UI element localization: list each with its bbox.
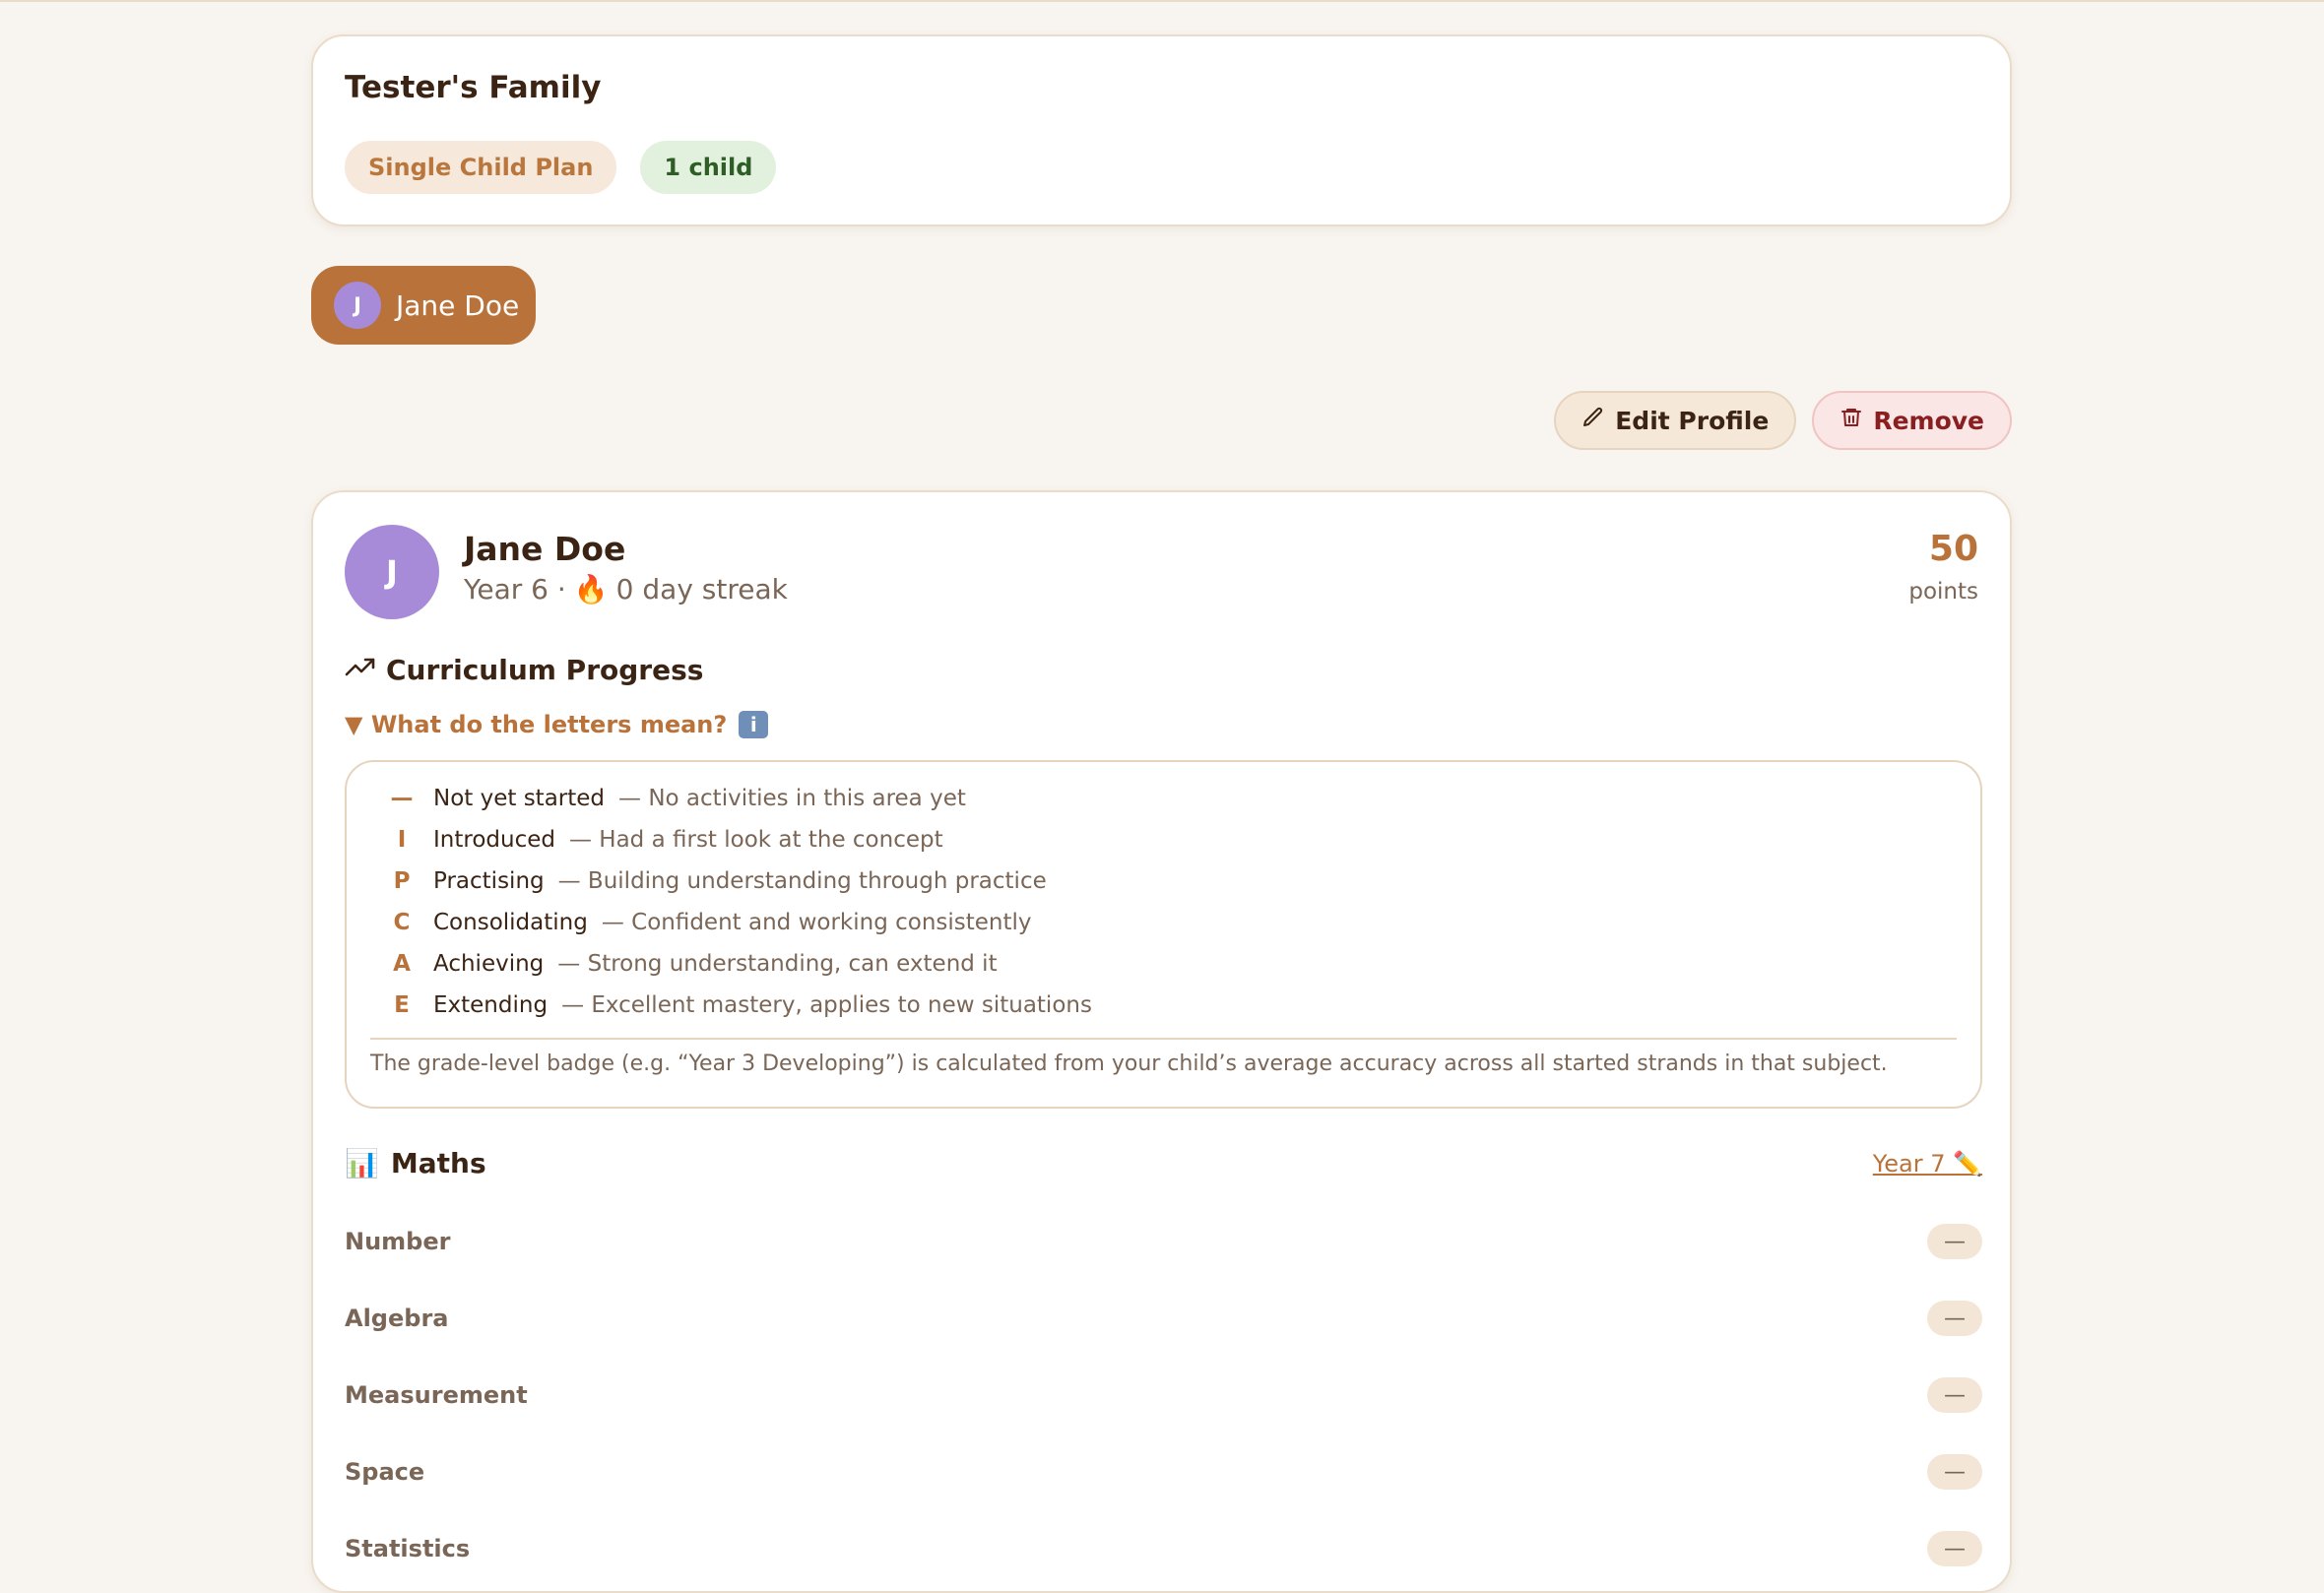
family-title: Tester's Family [345, 70, 602, 105]
legend-name: Practising [433, 868, 545, 894]
points-display: 50 points [1908, 532, 1978, 605]
trending-up-icon [345, 654, 376, 686]
legend-row: — Not yet started — No activities in thi… [370, 778, 1957, 819]
subject-title: Maths [390, 1147, 486, 1179]
legend-letter: — [390, 786, 414, 811]
legend-toggle[interactable]: ▼ What do the letters mean? i [345, 711, 769, 738]
legend-row: A Achieving — Strong understanding, can … [370, 943, 1957, 985]
child-meta: Year 6 · 🔥 0 day streak [464, 573, 788, 605]
legend-letter: P [393, 868, 411, 894]
child-profile-card: J Jane Doe Year 6 · 🔥 0 day streak 50 po… [311, 490, 2012, 1593]
strand-row: Number — [345, 1203, 1982, 1280]
strand-status-badge: — [1927, 1224, 1982, 1259]
avatar: J [334, 282, 381, 329]
legend-row: C Consolidating — Confident and working … [370, 902, 1957, 943]
child-tab-jane-doe[interactable]: J Jane Doe [311, 266, 536, 345]
strand-row: Statistics — [345, 1510, 1982, 1587]
children-count-badge: 1 child [640, 141, 777, 194]
subject-header-maths: 📊 Maths Year 7 ✏️ [345, 1147, 1982, 1179]
child-year: Year 6 · [464, 573, 566, 605]
strand-name: Measurement [345, 1381, 528, 1409]
legend-name: Not yet started [433, 786, 606, 811]
info-icon: i [739, 711, 769, 738]
strand-status-badge: — [1927, 1301, 1982, 1336]
legend-desc: — Excellent mastery, applies to new situ… [561, 992, 1092, 1018]
legend-box: — Not yet started — No activities in thi… [345, 760, 1982, 1109]
legend-letter: I [397, 827, 407, 853]
strand-row: Space — [345, 1434, 1982, 1510]
strand-name: Algebra [345, 1305, 449, 1332]
legend-toggle-label: ▼ What do the letters mean? [345, 711, 728, 738]
plan-badge: Single Child Plan [345, 141, 617, 194]
strand-list: Number — Algebra — Measurement — Space —… [345, 1203, 1982, 1587]
legend-name: Achieving [433, 951, 545, 977]
legend-row: P Practising — Building understanding th… [370, 860, 1957, 902]
legend-note: The grade-level badge (e.g. “Year 3 Deve… [370, 1051, 1888, 1076]
legend-letter: A [393, 951, 411, 977]
legend-name: Consolidating [433, 910, 588, 935]
strand-status-badge: — [1927, 1531, 1982, 1566]
legend-row: E Extending — Excellent mastery, applies… [370, 985, 1957, 1026]
legend-desc: — Confident and working consistently [601, 910, 1032, 935]
legend-row: I Introduced — Had a first look at the c… [370, 819, 1957, 860]
strand-row: Algebra — [345, 1280, 1982, 1357]
strand-name: Number [345, 1228, 451, 1255]
legend-letter: E [394, 992, 410, 1018]
legend-letter: C [393, 910, 411, 935]
points-value: 50 [1928, 529, 1978, 569]
pencil-icon [1582, 406, 1605, 435]
bar-chart-icon: 📊 [345, 1147, 379, 1179]
legend-name: Introduced [433, 827, 555, 853]
strand-status-badge: — [1927, 1377, 1982, 1413]
legend-divider [370, 1038, 1957, 1040]
legend-desc: — Had a first look at the concept [568, 827, 943, 853]
legend-desc: — No activities in this area yet [618, 786, 966, 811]
edit-profile-button[interactable]: Edit Profile [1554, 391, 1797, 450]
trash-icon [1840, 406, 1863, 435]
legend-desc: — Strong understanding, can extend it [557, 951, 998, 977]
remove-label: Remove [1873, 406, 1984, 435]
curriculum-progress-title: Curriculum Progress [386, 654, 704, 686]
fire-icon: 🔥 [573, 573, 609, 605]
remove-button[interactable]: Remove [1812, 391, 2012, 450]
child-tab-label: Jane Doe [396, 288, 520, 322]
points-label: points [1908, 579, 1978, 605]
curriculum-progress-heading: Curriculum Progress [345, 654, 703, 686]
strand-name: Statistics [345, 1535, 471, 1562]
strand-status-badge: — [1927, 1454, 1982, 1490]
avatar: J [345, 525, 439, 619]
strand-name: Space [345, 1458, 425, 1486]
family-card: Tester's Family Single Child Plan 1 chil… [311, 34, 2012, 226]
child-name: Jane Doe [464, 530, 626, 568]
edit-profile-label: Edit Profile [1615, 406, 1770, 435]
strand-row: Measurement — [345, 1357, 1982, 1434]
legend-name: Extending [433, 992, 549, 1018]
subject-year-link[interactable]: Year 7 ✏️ [1873, 1150, 1982, 1178]
legend-desc: — Building understanding through practic… [557, 868, 1047, 894]
streak-text: 0 day streak [615, 573, 788, 605]
